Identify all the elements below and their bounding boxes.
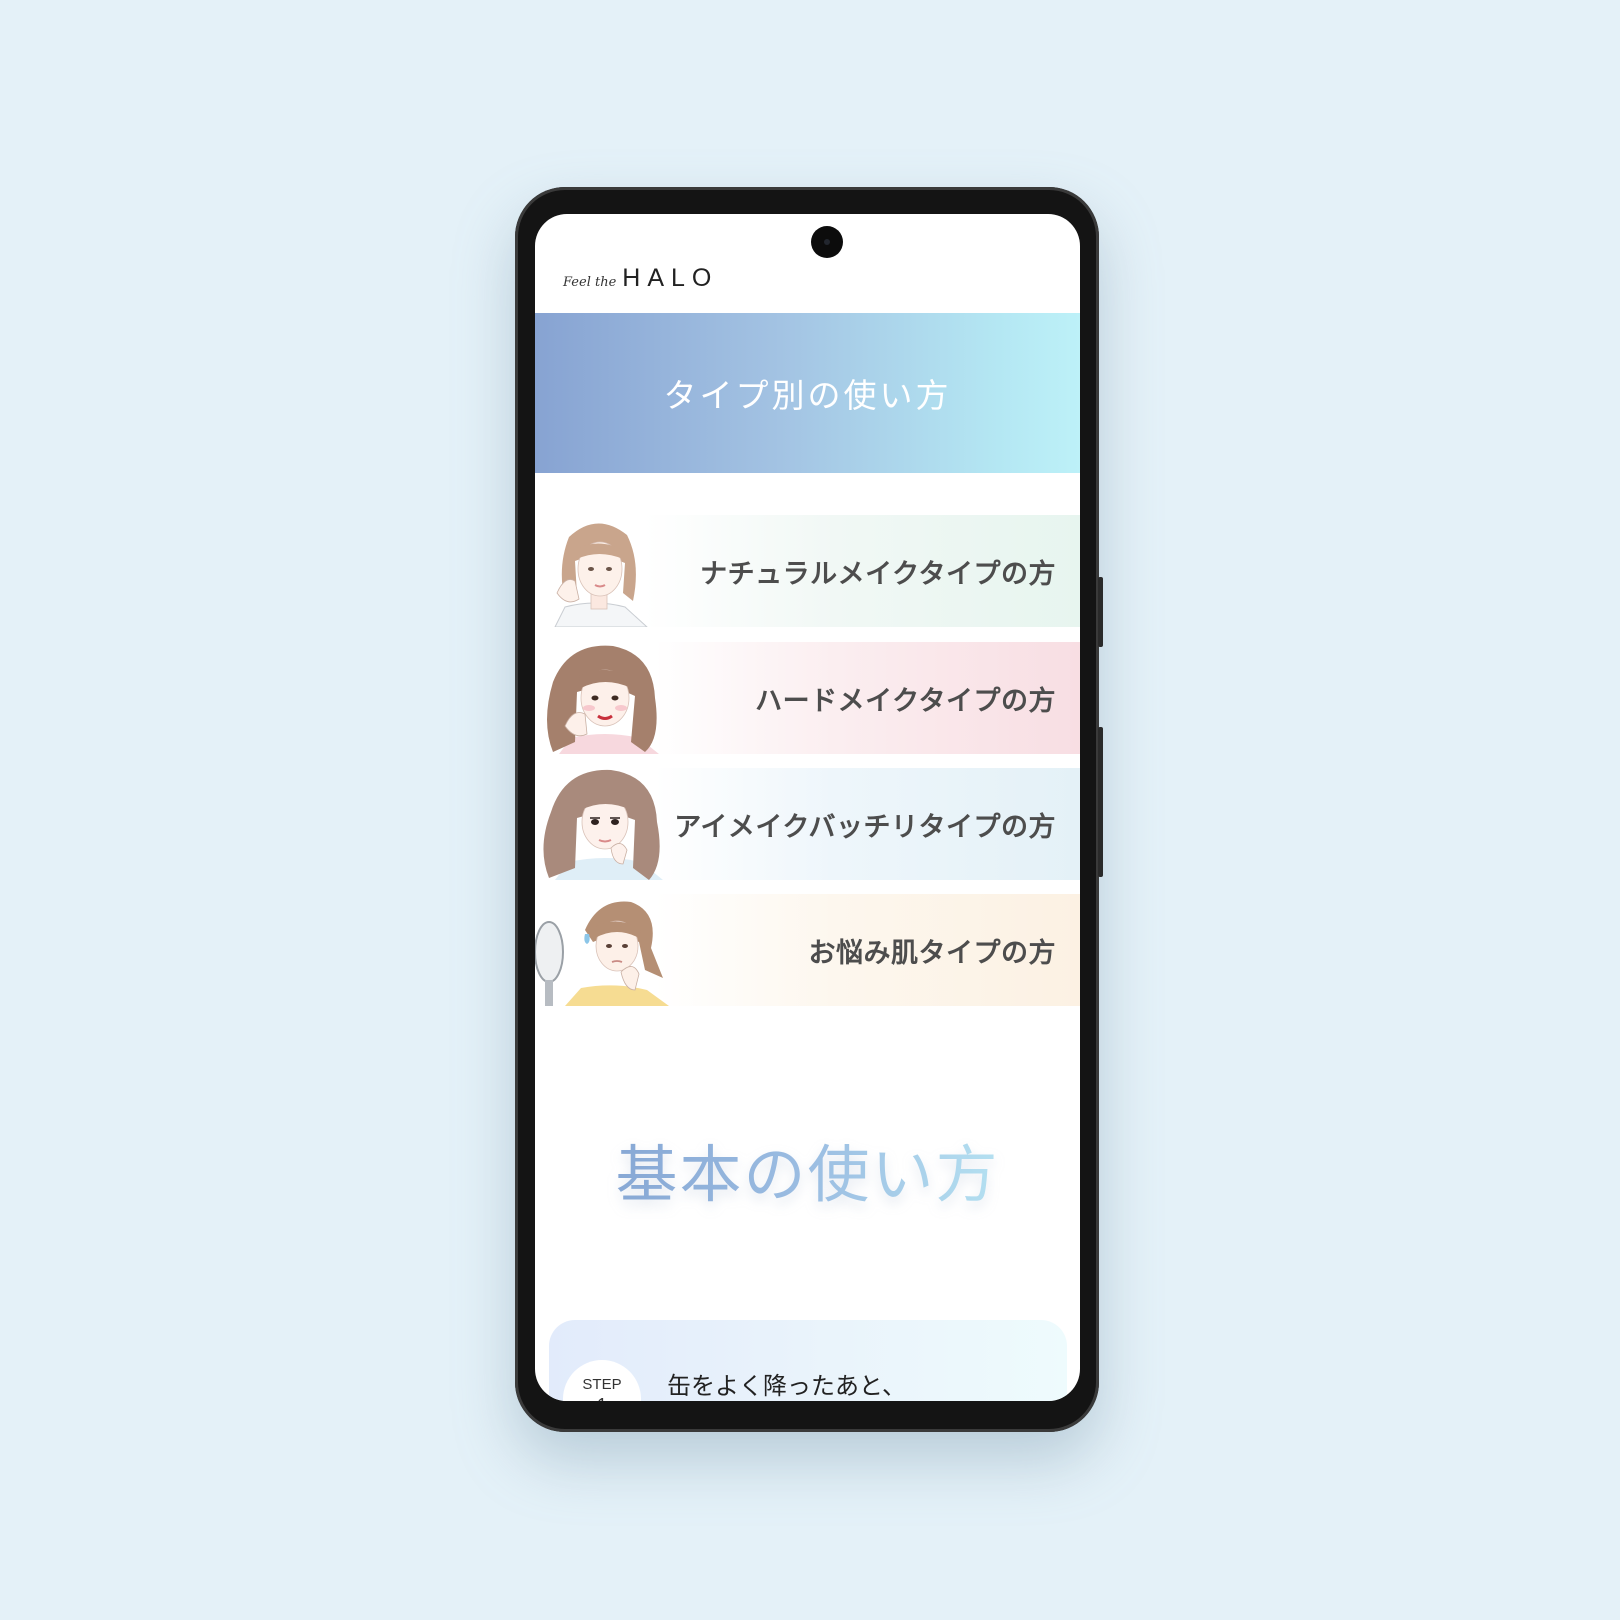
type-usage-banner: タイプ別の使い方 bbox=[535, 313, 1080, 473]
woman-eye-makeup-illustration bbox=[543, 769, 663, 880]
type-card-label: アイメイクバッチリタイプの方 bbox=[674, 811, 1056, 843]
type-card-skin-concern[interactable]: お悩み肌タイプの方 bbox=[535, 894, 1080, 1006]
front-camera bbox=[811, 226, 843, 258]
type-card-natural-makeup[interactable]: ナチュラルメイクタイプの方 bbox=[535, 515, 1080, 627]
type-card-label: ハードメイクタイプの方 bbox=[755, 685, 1056, 717]
step-description: 缶をよく降ったあと、 bbox=[667, 1372, 907, 1400]
step-card: STEP 1 缶をよく降ったあと、 bbox=[549, 1320, 1067, 1401]
woman-hard-makeup-illustration bbox=[547, 645, 659, 754]
woman-natural-makeup-illustration bbox=[554, 523, 648, 627]
phone-frame: Feel the HALO タイプ別の使い方 ナチュラルメイクタイプの方 ハード… bbox=[515, 187, 1103, 1432]
type-card-eye-makeup[interactable]: アイメイクバッチリタイプの方 bbox=[535, 768, 1080, 880]
step-badge: STEP 1 bbox=[563, 1360, 641, 1401]
step-label: STEP bbox=[582, 1376, 622, 1393]
logo-main-text: HALO bbox=[622, 264, 719, 292]
site-logo[interactable]: Feel the HALO bbox=[563, 264, 718, 296]
woman-with-hand-mirror-illustration bbox=[535, 901, 669, 1006]
step-number: 1 bbox=[563, 1395, 641, 1401]
type-card-label: ナチュラルメイクタイプの方 bbox=[700, 558, 1056, 590]
volume-button bbox=[1098, 727, 1103, 877]
type-card-label: お悩み肌タイプの方 bbox=[808, 937, 1056, 969]
phone-screen: Feel the HALO タイプ別の使い方 ナチュラルメイクタイプの方 ハード… bbox=[535, 214, 1080, 1401]
power-button bbox=[1098, 577, 1103, 647]
logo-script-text: Feel the bbox=[563, 275, 617, 290]
type-card-hard-makeup[interactable]: ハードメイクタイプの方 bbox=[535, 642, 1080, 754]
basic-usage-heading: 基本の使い方 bbox=[535, 1124, 1080, 1214]
banner-title: タイプ別の使い方 bbox=[663, 376, 952, 415]
